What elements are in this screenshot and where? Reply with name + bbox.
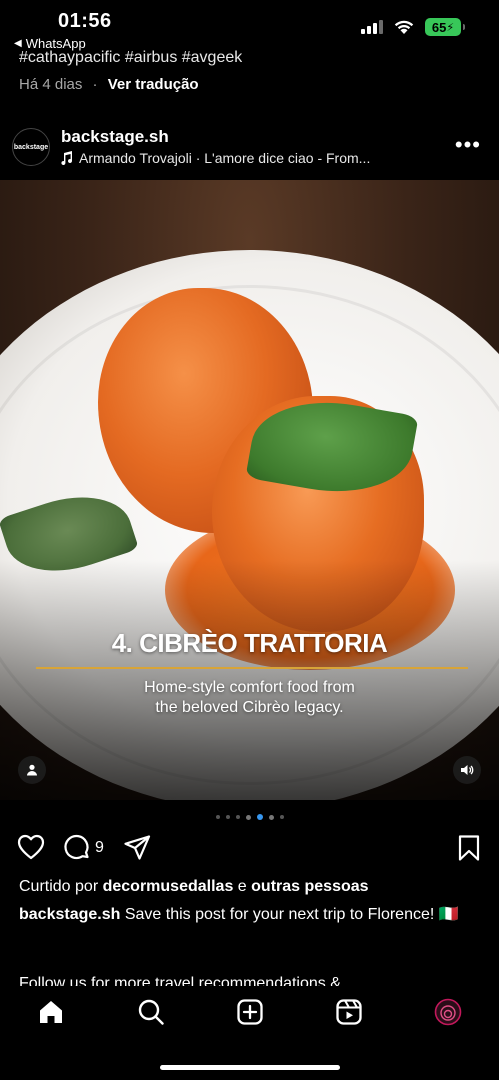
carousel-dot xyxy=(279,815,284,819)
post-caption: backstage.sh Save this post for your nex… xyxy=(19,904,479,926)
nav-search[interactable] xyxy=(136,997,166,1027)
nav-reels[interactable] xyxy=(334,997,364,1027)
post-actions: 9 xyxy=(0,834,499,868)
caption-author[interactable]: backstage.sh xyxy=(19,906,120,923)
search-icon xyxy=(138,999,164,1025)
previous-post-meta: Há 4 dias · Ver tradução xyxy=(19,76,199,93)
profile-icon xyxy=(434,998,462,1026)
wifi-icon xyxy=(394,20,414,34)
comment-button[interactable]: 9 xyxy=(63,834,104,862)
title-divider xyxy=(36,667,468,669)
comment-count: 9 xyxy=(95,839,104,856)
reels-icon xyxy=(336,999,362,1025)
person-icon xyxy=(27,764,37,776)
save-button[interactable] xyxy=(457,834,481,862)
liked-by[interactable]: Curtido por decormusedallas e outras pes… xyxy=(19,878,369,896)
carousel-dot-active xyxy=(256,814,263,820)
home-indicator[interactable] xyxy=(160,1065,340,1070)
battery-indicator: 65 ⚡ xyxy=(425,18,465,36)
audio-label: Armando Trovajoli · L'amore dice ciao - … xyxy=(79,150,371,166)
post-username[interactable]: backstage.sh xyxy=(61,127,169,147)
battery-level: 65 xyxy=(431,19,447,35)
liked-prefix: Curtido por xyxy=(19,878,99,895)
nav-profile[interactable] xyxy=(433,997,463,1027)
carousel-dot xyxy=(268,814,274,820)
charging-icon: ⚡ xyxy=(446,21,455,34)
bookmark-icon xyxy=(458,835,480,861)
photo-subtitle: Home-style comfort food from the beloved… xyxy=(0,678,499,718)
status-icons: 65 ⚡ xyxy=(361,18,465,36)
liked-user-link[interactable]: decormusedallas xyxy=(103,878,234,895)
more-options-icon[interactable]: ••• xyxy=(455,132,481,158)
cellular-signal-icon xyxy=(361,20,383,34)
carousel-indicator xyxy=(0,814,499,820)
status-time: 01:56 xyxy=(58,10,112,32)
nav-home[interactable] xyxy=(36,997,66,1027)
share-icon xyxy=(124,835,151,860)
post-header: backstage backstage.sh Armando Trovajoli… xyxy=(0,118,499,178)
home-icon xyxy=(40,1001,62,1023)
comment-icon xyxy=(64,834,89,860)
carousel-dot xyxy=(225,815,230,819)
tagged-users-button[interactable] xyxy=(18,756,46,784)
photo-subtitle-line: Home-style comfort food from xyxy=(144,679,355,696)
like-button[interactable] xyxy=(17,834,45,860)
avatar-text: backstage xyxy=(13,143,49,151)
carousel-dot xyxy=(235,815,240,819)
carousel-dot xyxy=(245,814,251,820)
music-note-icon xyxy=(61,151,73,165)
create-icon xyxy=(237,999,263,1025)
nav-create[interactable] xyxy=(235,997,265,1027)
meta-separator: · xyxy=(92,76,98,93)
caption-next-line: Follow us for more travel recommendation… xyxy=(19,975,341,986)
translate-link[interactable]: Ver tradução xyxy=(108,76,199,93)
previous-post-hashtags[interactable]: #cathaypacific #airbus #avgeek xyxy=(19,46,242,68)
share-button[interactable] xyxy=(123,834,151,862)
carousel-dot xyxy=(215,815,220,819)
post-audio[interactable]: Armando Trovajoli · L'amore dice ciao - … xyxy=(61,150,370,166)
liked-and: e xyxy=(237,878,247,895)
avatar[interactable]: backstage xyxy=(12,128,50,166)
caption-text: Save this post for your next trip to Flo… xyxy=(124,906,459,923)
mute-button[interactable] xyxy=(453,756,481,784)
post-photo[interactable]: 4. CIBRÈO TRATTORIA Home-style comfort f… xyxy=(0,180,499,800)
speaker-icon xyxy=(461,765,474,775)
photo-title: 4. CIBRÈO TRATTORIA xyxy=(111,628,388,658)
liked-others-link[interactable]: outras pessoas xyxy=(251,878,368,895)
photo-subtitle-line: the beloved Cibrèo legacy. xyxy=(155,699,344,716)
previous-post-age: Há 4 dias xyxy=(19,76,83,93)
heart-icon xyxy=(17,834,45,860)
